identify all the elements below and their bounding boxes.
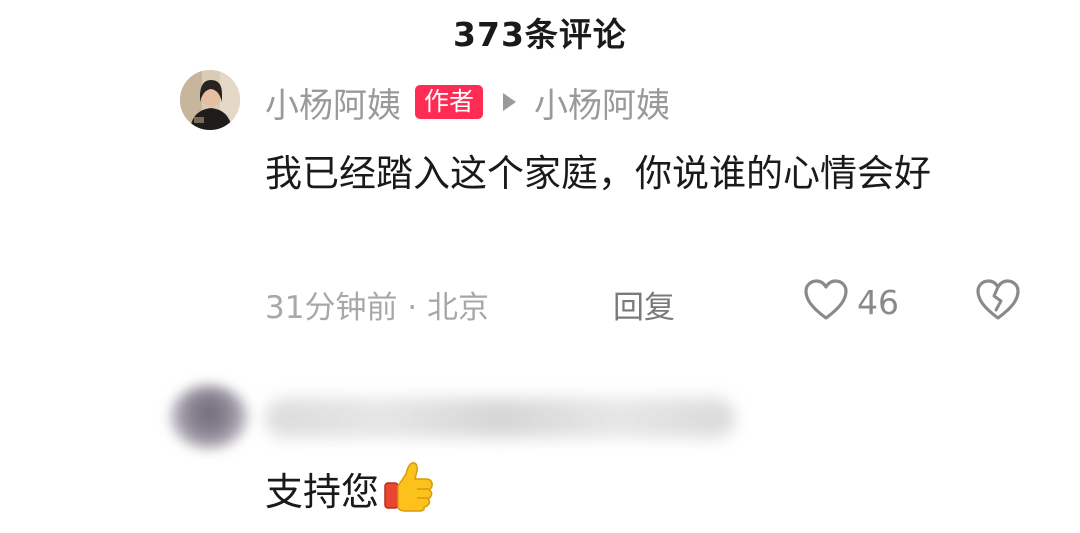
author-badge: 作者: [415, 85, 484, 119]
broken-heart-icon: [975, 279, 1021, 326]
author-avatar[interactable]: [180, 70, 240, 130]
dislike-button[interactable]: [975, 278, 1021, 326]
comment-time-location: 31分钟前 · 北京: [265, 290, 490, 326]
thumbs-up-emoji-icon: [381, 458, 437, 518]
like-button[interactable]: 46: [803, 278, 899, 326]
comment-header: 小杨阿姨 作者 小杨阿姨: [265, 78, 670, 126]
like-count: 46: [857, 282, 899, 322]
reply-button[interactable]: 回复: [613, 282, 675, 327]
comment-meta-row: 31分钟前 · 北京 回复 46: [265, 276, 1025, 326]
comment-count-title: 373条评论: [453, 15, 627, 54]
blurred-avatar[interactable]: [170, 385, 248, 449]
comment-2-text: 支持您: [265, 469, 380, 514]
blurred-username: [265, 398, 735, 438]
avatar-photo: [180, 70, 240, 130]
heart-outline-icon: [803, 278, 849, 326]
reply-arrow-icon: [503, 93, 517, 111]
comments-panel: 373条评论 小杨阿姨 作者 小杨阿姨 我已经踏入这个家庭，你说谁的心情会好 3…: [0, 0, 1080, 533]
username[interactable]: 小杨阿姨: [265, 78, 401, 127]
reply-to-username[interactable]: 小杨阿姨: [534, 78, 670, 127]
comment-text: 我已经踏入这个家庭，你说谁的心情会好: [265, 152, 931, 195]
comment-2: 支持您: [265, 458, 437, 518]
